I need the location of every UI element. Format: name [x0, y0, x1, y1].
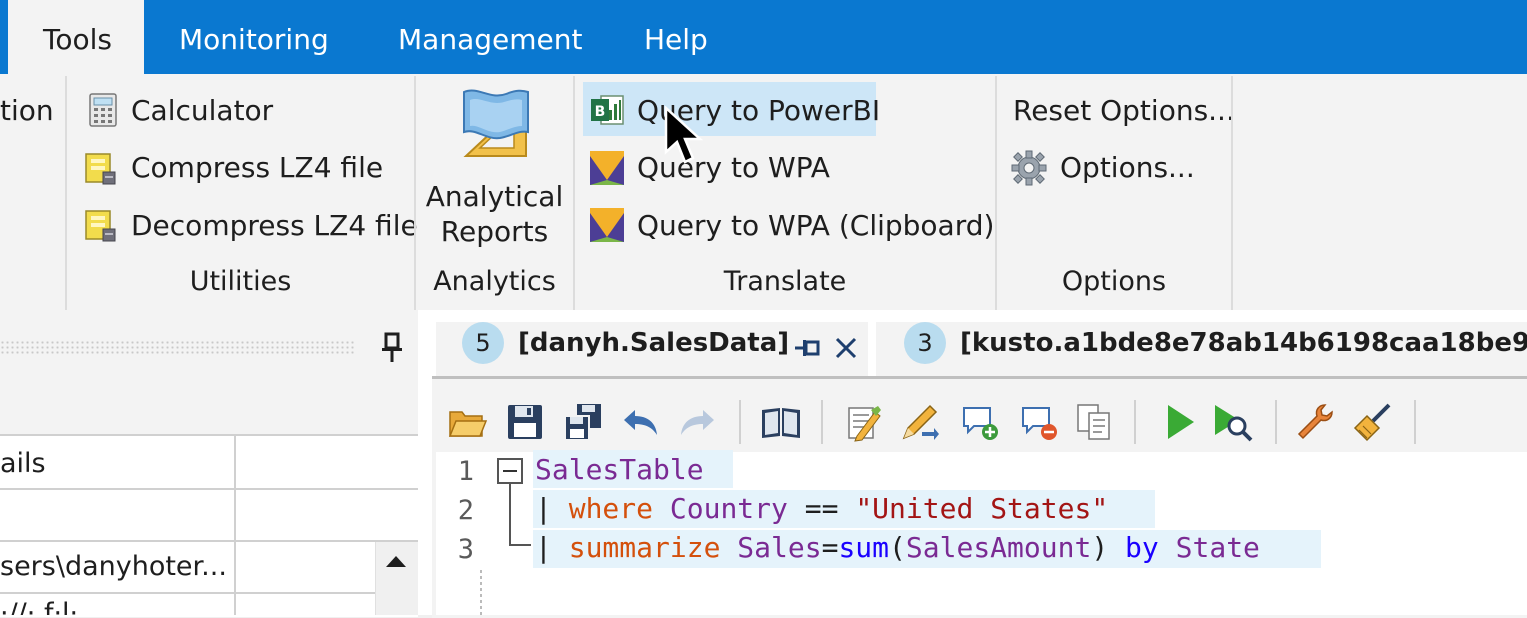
- line-number: 3: [457, 534, 474, 565]
- toolbar-separator: [1134, 400, 1136, 444]
- ribbon-separator: [1231, 76, 1233, 310]
- decompress-file-icon: [83, 207, 119, 247]
- analytics-group-label: Analytics: [433, 266, 556, 297]
- collapse-toggle[interactable]: [497, 458, 523, 484]
- keyword-by: by: [1125, 531, 1159, 564]
- grid-partial-cell: ·//· f·l·: [0, 598, 79, 615]
- query-to-wpa-clipboard-button[interactable]: Query to WPA (Clipboard): [637, 209, 994, 242]
- powerbi-icon: B: [589, 92, 625, 132]
- save-icon[interactable]: [505, 402, 545, 446]
- pencil-icon[interactable]: [900, 402, 940, 446]
- tab-kusto[interactable]: 3 [kusto.a1bde8e78ab14b6198caa18be9d31 ..…: [904, 322, 1527, 376]
- utilities-group-label: Utilities: [189, 266, 292, 297]
- open-folder-icon[interactable]: [447, 402, 488, 446]
- analytical-reports-button-line2[interactable]: Reports: [416, 215, 573, 248]
- keyword-summarize: summarize: [568, 531, 721, 564]
- calculator-button[interactable]: Calculator: [131, 94, 273, 127]
- wpa-clipboard-icon: [589, 207, 625, 247]
- copy-icon[interactable]: [1074, 402, 1114, 446]
- grid-header-cell: ails: [0, 448, 46, 479]
- toolbar-separator: [739, 400, 741, 444]
- tab-title: [danyh.SalesData]: [518, 328, 790, 358]
- gear-icon: [1011, 150, 1047, 190]
- add-comment-icon[interactable]: [960, 402, 1000, 446]
- compress-lz4-button[interactable]: Compress LZ4 file: [131, 151, 383, 184]
- grid-header-row: [0, 436, 418, 490]
- decompress-lz4-button[interactable]: Decompress LZ4 file: [131, 209, 418, 242]
- book-icon[interactable]: [760, 402, 802, 446]
- calculator-icon: [85, 92, 121, 132]
- ribbon-clipped-item[interactable]: tion: [0, 94, 54, 127]
- menu-help[interactable]: Help: [609, 0, 743, 74]
- tab-number-badge: 5: [462, 322, 504, 364]
- line-number: 2: [457, 495, 474, 526]
- tab-number-badge: 3: [904, 322, 946, 364]
- code-line-1: SalesTable: [535, 453, 704, 486]
- svg-text:B: B: [595, 104, 606, 120]
- line-number: 1: [457, 456, 474, 487]
- close-tab-icon[interactable]: [834, 336, 858, 364]
- translate-group-label: Translate: [723, 266, 847, 297]
- menu-monitoring[interactable]: Monitoring: [144, 0, 364, 74]
- toolbar-separator: [1275, 400, 1277, 444]
- code-line-2: | where Country == "United States": [535, 492, 1109, 525]
- column-sales: Sales: [737, 531, 822, 564]
- fold-guide-end: [509, 544, 531, 546]
- redo-icon: [677, 402, 717, 446]
- edit-document-icon[interactable]: [843, 402, 883, 446]
- menu-management[interactable]: Management: [363, 0, 617, 74]
- mouse-cursor-icon: [664, 105, 704, 170]
- grid-row-divider: [0, 540, 418, 542]
- string-literal: "United States": [855, 492, 1109, 525]
- keyword-where: where: [568, 492, 654, 525]
- minus-icon: [503, 470, 517, 472]
- toolbar-separator: [821, 400, 823, 444]
- grid-scrollbar[interactable]: [375, 542, 419, 615]
- pin-icon[interactable]: [378, 332, 406, 368]
- save-all-icon[interactable]: [563, 402, 603, 446]
- tab-title: [kusto.a1bde8e78ab14b6198caa18be9d31 ...: [960, 328, 1527, 358]
- pin-tab-icon[interactable]: [793, 335, 821, 365]
- grid-row-divider: [0, 592, 375, 594]
- analytical-reports-button[interactable]: Analytical: [416, 180, 573, 213]
- code-line-3: | summarize Sales=sum(SalesAmount) by St…: [535, 531, 1260, 564]
- column-salesamount: SalesAmount: [905, 531, 1092, 564]
- broom-icon[interactable]: [1353, 402, 1393, 446]
- fold-guide: [509, 484, 511, 546]
- function-sum: sum: [838, 531, 890, 564]
- run-query-icon[interactable]: [1160, 402, 1200, 446]
- remove-comment-icon[interactable]: [1019, 402, 1059, 446]
- reset-options-button[interactable]: Reset Options...: [1013, 94, 1235, 127]
- splitter[interactable]: [418, 310, 432, 615]
- options-group-label: Options: [1061, 266, 1167, 297]
- run-query-preview-icon[interactable]: [1211, 402, 1255, 446]
- wpa-icon: [589, 150, 625, 190]
- pane-drag-gripper[interactable]: [0, 340, 356, 354]
- toolbar-separator: [1414, 400, 1416, 444]
- operator-equals: ==: [804, 492, 839, 525]
- analytical-reports-icon: [456, 86, 536, 172]
- grid-path-cell: sers\danyhoter...: [0, 551, 227, 582]
- menu-tools[interactable]: Tools: [8, 0, 144, 74]
- tab-salesdata[interactable]: 5 [danyh.SalesData]: [462, 322, 789, 376]
- scroll-up-arrow-icon[interactable]: [385, 554, 407, 573]
- indent-guide: [480, 570, 482, 615]
- undo-icon[interactable]: [621, 402, 661, 446]
- compress-file-icon: [83, 150, 119, 190]
- wrench-icon[interactable]: [1295, 402, 1335, 446]
- column-country: Country: [669, 492, 788, 525]
- grid-column-divider: [234, 436, 236, 615]
- options-button[interactable]: Options...: [1060, 151, 1195, 184]
- column-state: State: [1175, 531, 1260, 564]
